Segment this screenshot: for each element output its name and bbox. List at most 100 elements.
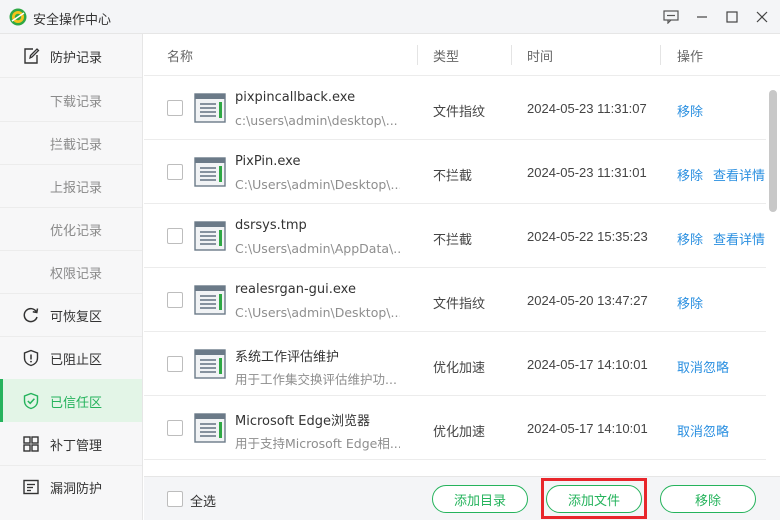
application-file-icon <box>194 221 226 251</box>
edit-note-icon <box>24 48 40 64</box>
table-header: 名称 类型 时间 操作 <box>144 34 780 76</box>
remove-link[interactable]: 移除 <box>677 165 703 184</box>
row-checkbox[interactable] <box>167 164 183 180</box>
file-path: 用于支持Microsoft Edge相... <box>235 436 400 451</box>
record-time: 2024-05-17 14:10:01 <box>527 357 648 372</box>
sidebar-item-patch-management[interactable]: 补丁管理 <box>0 422 142 465</box>
sidebar-item-label: 防护记录 <box>50 51 103 66</box>
file-path: C:\Users\admin\AppData\... <box>235 241 400 256</box>
trust-type: 文件指纹 <box>433 297 486 312</box>
close-button[interactable] <box>750 6 774 28</box>
trust-type: 不拦截 <box>433 233 473 248</box>
sidebar-item-optimize-records[interactable]: 优化记录 <box>0 207 142 250</box>
table-row: realesrgan-gui.exe C:\Users\admin\Deskto… <box>144 268 766 332</box>
file-name: 系统工作评估维护 <box>235 350 340 365</box>
application-file-icon <box>194 157 226 187</box>
record-time: 2024-05-23 11:31:07 <box>527 101 647 116</box>
grid-icon <box>23 436 39 452</box>
sidebar-item-label: 漏洞防护 <box>50 482 103 497</box>
sidebar-item-vulnerability-protection[interactable]: 漏洞防护 <box>0 465 142 508</box>
cancel-ignore-link[interactable]: 取消忽略 <box>677 421 729 440</box>
table-row: 系统工作评估维护 用于工作集交换评估维护功... 优化加速 2024-05-17… <box>144 332 766 396</box>
shield-check-icon <box>23 392 39 410</box>
remove-button[interactable]: 移除 <box>660 485 756 513</box>
trust-type: 优化加速 <box>433 361 486 376</box>
sidebar-item-report-records[interactable]: 上报记录 <box>0 164 142 207</box>
360-logo-icon <box>9 8 27 26</box>
shield-blocked-icon <box>23 349 39 367</box>
footer-bar: 全选 添加目录 添加文件 移除 <box>144 476 780 520</box>
row-checkbox[interactable] <box>167 100 183 116</box>
remove-link[interactable]: 移除 <box>677 101 703 120</box>
file-name: PixPin.exe <box>235 154 301 169</box>
column-header-type: 类型 <box>433 50 460 65</box>
cancel-ignore-link[interactable]: 取消忽略 <box>677 357 729 376</box>
sidebar-item-label: 下载记录 <box>50 95 103 110</box>
file-name: pixpincallback.exe <box>235 90 356 105</box>
minimize-icon <box>697 16 707 18</box>
column-divider[interactable] <box>660 45 661 65</box>
window-title: 安全操作中心 <box>33 13 112 28</box>
column-divider[interactable] <box>511 45 512 65</box>
record-time: 2024-05-22 15:35:23 <box>527 229 648 244</box>
feedback-button[interactable] <box>659 6 683 28</box>
sidebar-item-label: 优化记录 <box>50 224 103 239</box>
column-divider[interactable] <box>417 45 418 65</box>
column-header-time: 时间 <box>527 50 554 65</box>
record-time: 2024-05-23 11:31:01 <box>527 165 647 180</box>
add-file-button[interactable]: 添加文件 <box>546 485 642 513</box>
remove-link[interactable]: 移除 <box>677 293 703 312</box>
file-name: Microsoft Edge浏览器 <box>235 414 371 429</box>
view-details-link[interactable]: 查看详情 <box>713 229 765 248</box>
table-row: PixPin.exe C:\Users\admin\Desktop\... 不拦… <box>144 140 766 204</box>
vulnerability-icon <box>23 479 39 495</box>
minimize-button[interactable] <box>690 6 714 28</box>
remove-link[interactable]: 移除 <box>677 229 703 248</box>
row-checkbox[interactable] <box>167 292 183 308</box>
sidebar-item-label: 已信任区 <box>50 396 103 411</box>
sidebar-item-block-records[interactable]: 拦截记录 <box>0 121 142 164</box>
application-file-icon <box>194 349 226 379</box>
sidebar-item-trusted-zone[interactable]: 已信任区 <box>0 379 142 422</box>
scrollbar-thumb[interactable] <box>769 90 777 212</box>
table-row: dsrsys.tmp C:\Users\admin\AppData\... 不拦… <box>144 204 766 268</box>
sidebar-item-label: 可恢复区 <box>50 310 103 325</box>
application-file-icon <box>194 93 226 123</box>
trust-type: 优化加速 <box>433 425 486 440</box>
row-checkbox[interactable] <box>167 420 183 436</box>
feedback-icon <box>663 10 679 24</box>
file-name: dsrsys.tmp <box>235 218 307 233</box>
record-time: 2024-05-20 13:47:27 <box>527 293 648 308</box>
file-path: C:\Users\admin\Desktop\... <box>235 177 400 192</box>
trust-type: 不拦截 <box>433 169 473 184</box>
sidebar-item-download-records[interactable]: 下载记录 <box>0 78 142 121</box>
sidebar-item-label: 权限记录 <box>50 267 103 282</box>
view-details-link[interactable]: 查看详情 <box>713 165 765 184</box>
restore-icon <box>23 307 39 323</box>
sidebar-item-label: 补丁管理 <box>50 439 103 454</box>
sidebar-item-protection-records[interactable]: 防护记录 <box>0 34 142 77</box>
sidebar-item-blocked-zone[interactable]: 已阻止区 <box>0 336 142 379</box>
maximize-button[interactable] <box>720 6 744 28</box>
application-file-icon <box>194 285 226 315</box>
record-time: 2024-05-17 14:10:01 <box>527 421 648 436</box>
sidebar-item-label: 上报记录 <box>50 181 103 196</box>
row-checkbox[interactable] <box>167 228 183 244</box>
select-all-checkbox[interactable] <box>167 491 183 507</box>
title-bar: 安全操作中心 <box>0 0 780 34</box>
select-all-label[interactable]: 全选 <box>190 491 216 510</box>
column-header-action: 操作 <box>677 50 704 65</box>
table-row: pixpincallback.exe c:\users\admin\deskto… <box>144 76 766 140</box>
row-checkbox[interactable] <box>167 356 183 372</box>
sidebar-item-label: 拦截记录 <box>50 138 103 153</box>
add-directory-button[interactable]: 添加目录 <box>432 485 528 513</box>
file-path: 用于工作集交换评估维护功... <box>235 372 397 387</box>
sidebar-item-recoverable-zone[interactable]: 可恢复区 <box>0 293 142 336</box>
close-icon <box>756 11 768 23</box>
application-file-icon <box>194 413 226 443</box>
sidebar-item-permission-records[interactable]: 权限记录 <box>0 250 142 293</box>
sidebar: 防护记录 下载记录 拦截记录 上报记录 优化记录 权限记录 可恢复区 已阻止区 <box>0 34 143 520</box>
sidebar-item-label: 已阻止区 <box>50 353 103 368</box>
column-header-name: 名称 <box>167 50 194 65</box>
file-path: c:\users\admin\desktop\... <box>235 113 398 128</box>
